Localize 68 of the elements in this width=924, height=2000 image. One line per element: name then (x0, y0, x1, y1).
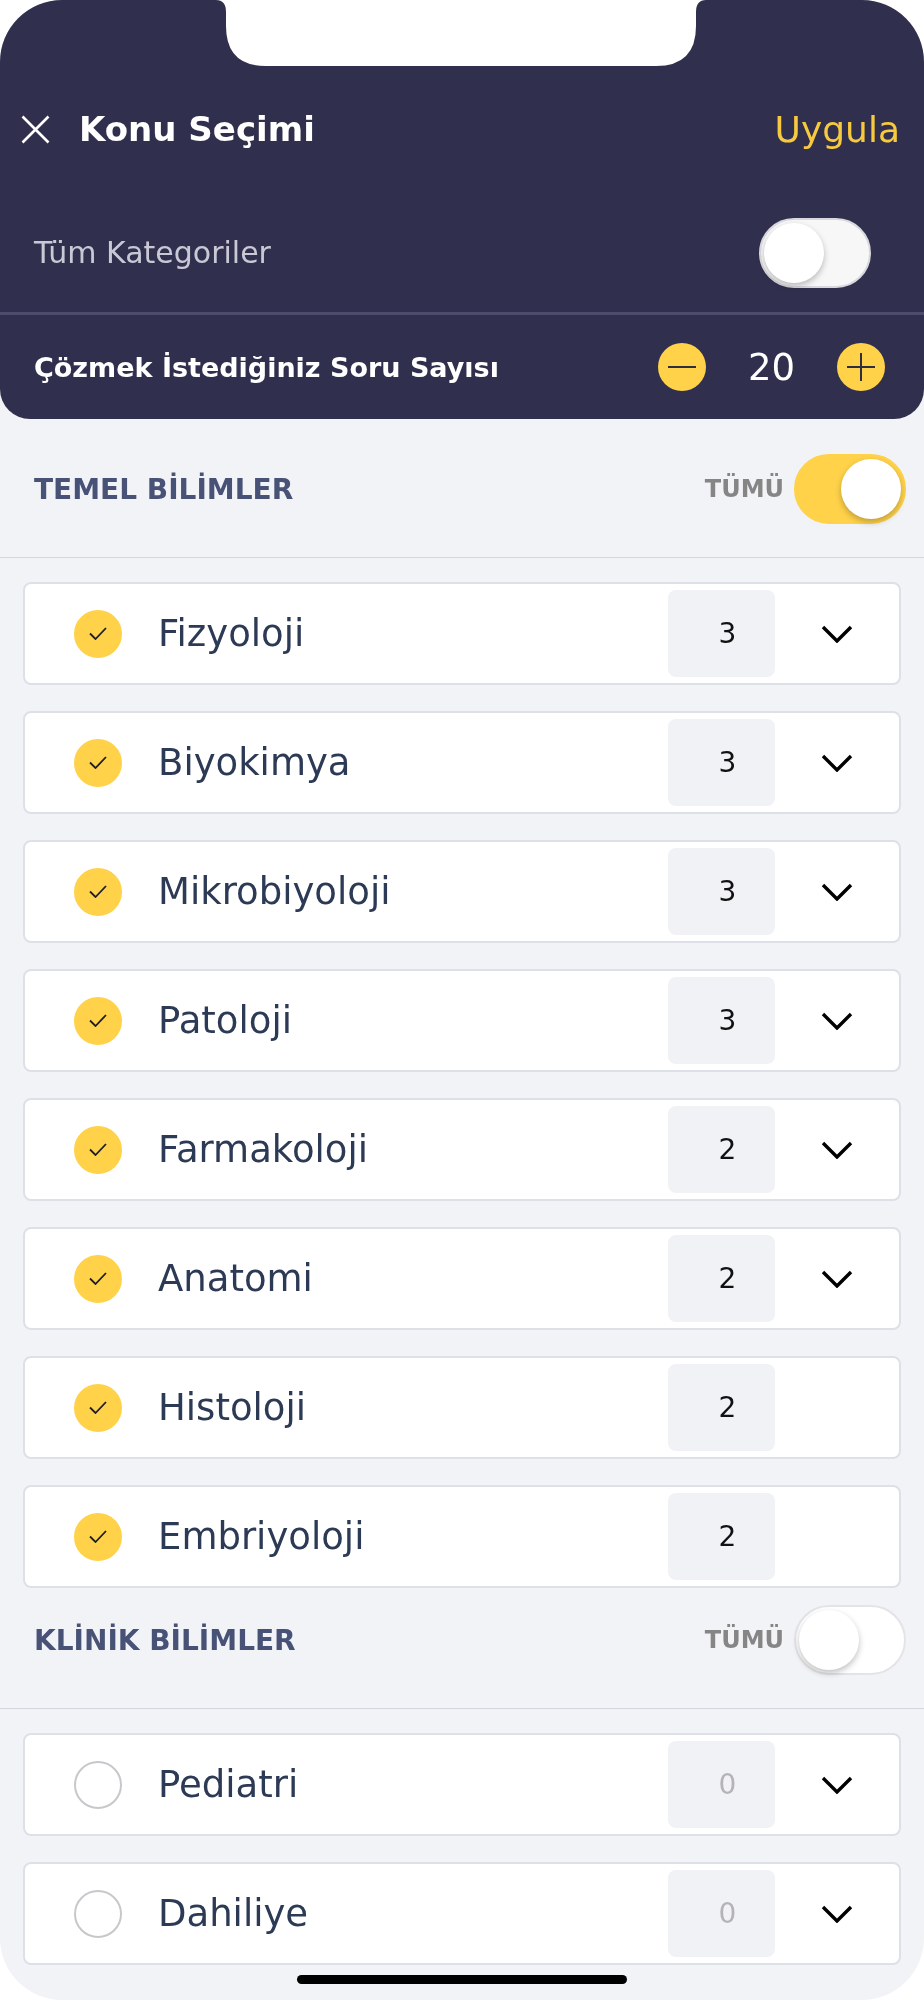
chevron-down-icon[interactable] (821, 882, 853, 901)
topic-name: Mikrobiyoloji (158, 870, 392, 913)
chevron-down-icon[interactable] (821, 753, 853, 772)
topic-card[interactable]: Embriyoloji 2 (23, 1485, 901, 1588)
count-field[interactable]: 3 (668, 848, 775, 935)
check-icon (89, 756, 107, 769)
count-field[interactable]: 3 (668, 977, 775, 1064)
checkbox[interactable] (74, 996, 122, 1045)
checkbox[interactable] (74, 738, 122, 787)
topic-card[interactable]: Patoloji 3 (23, 969, 901, 1072)
count-field[interactable]: 3 (668, 590, 775, 677)
topic-card[interactable]: Dahiliye 0 (23, 1862, 901, 1965)
check-icon (89, 1014, 107, 1027)
checkbox[interactable] (74, 1760, 122, 1809)
topic-card[interactable]: Fizyoloji 3 (23, 582, 901, 685)
topic-name: Farmakoloji (158, 1128, 370, 1171)
select-all-label: TÜMÜ (704, 475, 784, 503)
check-icon (89, 1143, 107, 1156)
minus-icon (667, 366, 696, 368)
checkbox[interactable] (74, 1383, 122, 1432)
screen-title: Konu Seçimi (79, 109, 316, 149)
increase-button[interactable] (837, 343, 885, 391)
count-field[interactable]: 2 (668, 1493, 775, 1580)
question-count-label: Çözmek İstediğiniz Soru Sayısı (34, 351, 499, 383)
decrease-button[interactable] (657, 343, 706, 391)
chevron-down-icon[interactable] (821, 1011, 853, 1030)
topic-name: Fizyoloji (158, 612, 306, 655)
checkbox[interactable] (74, 1125, 122, 1174)
close-icon[interactable] (21, 114, 50, 144)
topic-name: Histoloji (158, 1386, 307, 1429)
check-icon (89, 1272, 107, 1285)
checkbox[interactable] (74, 1512, 122, 1561)
select-all-label: TÜMÜ (704, 1626, 784, 1654)
topic-name: Embriyoloji (158, 1515, 366, 1558)
chevron-down-icon[interactable] (821, 1775, 853, 1794)
topic-card[interactable]: Histoloji 2 (23, 1356, 901, 1459)
topic-name: Anatomi (158, 1257, 314, 1300)
topic-card[interactable]: Anatomi 2 (23, 1227, 901, 1330)
check-icon (89, 1401, 107, 1414)
count-field[interactable]: 2 (668, 1106, 775, 1193)
topic-name: Pediatri (158, 1763, 300, 1806)
checkbox[interactable] (74, 1254, 122, 1303)
count-field[interactable]: 2 (668, 1235, 775, 1322)
topic-card[interactable]: Pediatri 0 (23, 1733, 901, 1836)
topic-name: Patoloji (158, 999, 293, 1042)
section-title: KLİNİK BİLİMLER (34, 1623, 296, 1657)
section-title: TEMEL BİLİMLER (34, 472, 294, 506)
chevron-down-icon[interactable] (821, 1269, 853, 1288)
apply-button[interactable]: Uygula (774, 108, 900, 150)
check-icon (89, 1530, 107, 1543)
topic-name: Biyokimya (158, 741, 352, 784)
topic-card[interactable]: Mikrobiyoloji 3 (23, 840, 901, 943)
chevron-down-icon[interactable] (821, 1904, 853, 1923)
checkbox[interactable] (74, 609, 122, 658)
topic-card[interactable]: Farmakoloji 2 (23, 1098, 901, 1201)
count-field[interactable]: 3 (668, 719, 775, 806)
plus-icon (847, 353, 875, 381)
count-field[interactable]: 2 (668, 1364, 775, 1451)
check-icon (89, 627, 107, 640)
checkbox[interactable] (74, 867, 122, 916)
check-icon (89, 885, 107, 898)
topic-name: Dahiliye (158, 1892, 310, 1935)
question-count-value: 20 (747, 345, 795, 389)
topic-card[interactable]: Biyokimya 3 (23, 711, 901, 814)
chevron-down-icon[interactable] (821, 624, 853, 643)
chevron-down-icon[interactable] (821, 1140, 853, 1159)
checkbox[interactable] (74, 1889, 122, 1938)
all-categories-label: Tüm Kategoriler (34, 235, 271, 270)
